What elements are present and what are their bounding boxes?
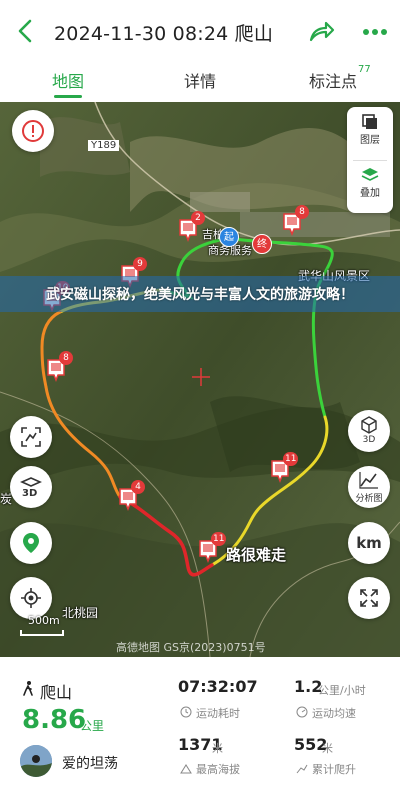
- end-badge[interactable]: 终: [252, 234, 272, 254]
- location-pin-button[interactable]: [10, 522, 52, 564]
- photo-marker[interactable]: 4: [118, 480, 145, 512]
- mountain-peak-icon: [180, 764, 192, 774]
- photo-marker-count: 8: [59, 351, 73, 365]
- map-3d-icon: 3D: [20, 477, 42, 498]
- alert-button[interactable]: [12, 110, 54, 152]
- max-altitude-unit: 米: [212, 742, 223, 755]
- stats-panel: 爬山 8.86 公里 爱的坦荡 07:32:07 运动耗时 1.2 公里/小时 …: [0, 657, 400, 805]
- map-3d-layer-button[interactable]: 3D: [10, 466, 52, 508]
- scale-bar: [20, 630, 64, 636]
- duration-label: 运动耗时: [196, 707, 240, 720]
- tab-map[interactable]: 地图: [52, 68, 84, 92]
- promo-banner-text: 武安磁山探秘，绝美风光与丰富人文的旅游攻略！: [46, 287, 354, 303]
- marker-count-badge: 77: [358, 64, 371, 75]
- fit-route-button[interactable]: [10, 416, 52, 458]
- map-watermark: 高德地图 GS京(2023)0751号: [116, 641, 266, 654]
- photo-marker[interactable]: 11: [198, 532, 227, 564]
- page-title: 2024-11-30 08:24 爬山: [54, 23, 274, 45]
- layer-panel: 图层 叠加: [347, 107, 393, 213]
- photo-marker-count: 4: [131, 480, 145, 494]
- app-root: 2024-11-30 08:24 爬山 地图 详情 标注点 77 Y189 吉柏…: [0, 0, 400, 805]
- tab-details[interactable]: 详情: [184, 68, 216, 92]
- overlay-label: 叠加: [360, 188, 380, 199]
- view-3d-label: 3D: [362, 435, 376, 445]
- photo-marker-count: 8: [295, 205, 309, 219]
- tab-bar: 地图 详情 标注点 77: [0, 62, 400, 102]
- my-location-button[interactable]: [10, 577, 52, 619]
- photo-marker[interactable]: 2: [178, 211, 205, 243]
- fit-route-icon: [21, 427, 41, 447]
- photo-marker-count: 2: [191, 211, 205, 225]
- analysis-label: 分析图: [355, 494, 383, 504]
- clock-icon: [180, 706, 192, 718]
- analysis-chart-icon: [359, 472, 378, 489]
- tab-markers[interactable]: 标注点: [309, 68, 357, 92]
- start-badge[interactable]: 起: [219, 227, 239, 247]
- alert-icon: [22, 120, 44, 142]
- view-3d-button[interactable]: 3D: [348, 410, 390, 452]
- avatar-image: [20, 745, 52, 777]
- duration-value: 07:32:07: [178, 677, 258, 696]
- ascent-unit: 米: [322, 742, 333, 755]
- panel-divider: [353, 160, 387, 161]
- chevron-left-icon[interactable]: [12, 16, 42, 46]
- overlay-icon: [361, 168, 379, 181]
- analysis-button[interactable]: 分析图: [348, 466, 390, 508]
- layers-icon: [362, 114, 377, 129]
- unit-km-button[interactable]: km: [348, 522, 390, 564]
- map-center-crosshair-icon: [192, 368, 210, 386]
- photo-marker[interactable]: 8: [46, 351, 73, 383]
- distance-value: 8.86: [22, 705, 87, 735]
- ascent-label: 累计爬升: [312, 763, 356, 776]
- photo-marker[interactable]: 11: [270, 452, 299, 484]
- promo-banner[interactable]: 武安磁山探秘，绝美风光与丰富人文的旅游攻略！: [0, 276, 400, 312]
- cube-icon: [361, 416, 377, 434]
- overlay-button[interactable]: 叠加: [347, 166, 393, 199]
- fullscreen-icon: [360, 589, 378, 607]
- crosshair-icon: [21, 588, 41, 608]
- hiking-icon: [23, 681, 33, 696]
- scale-label: 500m: [28, 614, 60, 627]
- village-label: 北桃园: [62, 606, 99, 620]
- avatar[interactable]: [20, 745, 52, 777]
- route-note-label: 路很难走: [226, 546, 287, 564]
- speed-gauge-icon: [296, 706, 308, 718]
- distance-unit: 公里: [80, 719, 105, 733]
- tab-active-indicator: [54, 95, 82, 98]
- speed-unit: 公里/小时: [318, 684, 366, 697]
- max-altitude-label: 最高海拔: [196, 763, 240, 776]
- speed-label: 运动均速: [312, 707, 356, 720]
- ascent-icon: [296, 764, 308, 774]
- road-label: Y189: [88, 140, 120, 151]
- photo-marker[interactable]: 8: [282, 205, 309, 237]
- location-pin-icon: [23, 533, 39, 553]
- share-arrow-icon[interactable]: [306, 18, 336, 46]
- more-dots-icon[interactable]: [360, 22, 390, 42]
- layers-button[interactable]: 图层: [347, 113, 393, 146]
- photo-marker-count: 9: [133, 257, 147, 271]
- top-bar: 2024-11-30 08:24 爬山: [0, 0, 400, 62]
- fullscreen-button[interactable]: [348, 577, 390, 619]
- layers-label: 图层: [360, 135, 380, 146]
- map-view[interactable]: Y189 吉柏 商务服务 武华山风景区 北桃园 炭 路很难走 起 终 28910…: [0, 102, 400, 657]
- svg-text:3D: 3D: [22, 488, 37, 498]
- username[interactable]: 爱的坦荡: [62, 753, 118, 773]
- activity-type: 爬山: [40, 683, 73, 702]
